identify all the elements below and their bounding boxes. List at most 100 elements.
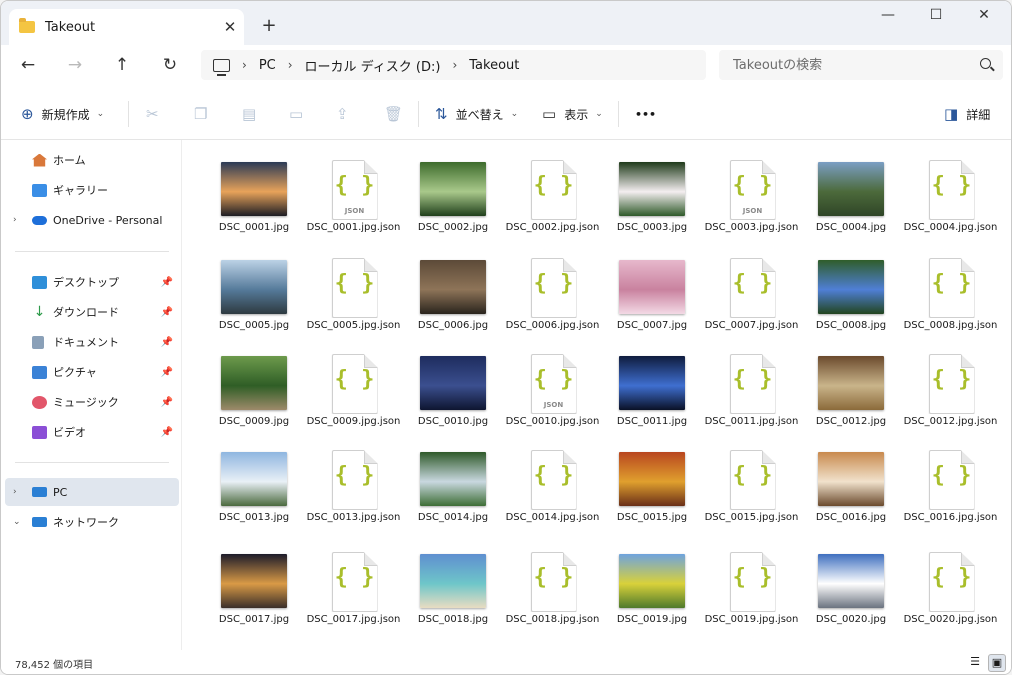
- minimize-button[interactable]: —: [865, 7, 911, 27]
- pin-icon[interactable]: 📌: [161, 277, 173, 288]
- braces-icon: { }: [533, 271, 574, 296]
- image-file-item[interactable]: DSC_0012.jpg: [803, 354, 899, 444]
- json-file-item[interactable]: { } DSC_0004.jpg.json: [903, 160, 999, 250]
- sidebar-item-gallery[interactable]: ギャラリー: [5, 176, 179, 204]
- file-name: DSC_0002.jpg.json: [505, 222, 600, 233]
- image-file-item[interactable]: DSC_0013.jpg: [206, 450, 302, 540]
- share-button[interactable]: ⇪: [336, 101, 357, 127]
- json-file-item[interactable]: { } DSC_0017.jpg.json: [306, 552, 402, 642]
- breadcrumb-pc[interactable]: PC: [259, 58, 276, 73]
- paste-button[interactable]: ▤: [242, 101, 264, 127]
- sidebar-item-desktop[interactable]: デスクトップ 📌: [5, 268, 179, 296]
- search-box[interactable]: [719, 50, 1003, 80]
- json-file-item[interactable]: { } JSON DSC_0001.jpg.json: [306, 160, 402, 250]
- page-fold: [562, 552, 577, 566]
- copy-button[interactable]: ❐: [194, 101, 215, 127]
- breadcrumb-drive[interactable]: ローカル ディスク (D:): [305, 56, 441, 75]
- image-file-item[interactable]: DSC_0015.jpg: [604, 450, 700, 540]
- cut-button[interactable]: ✂: [146, 101, 167, 127]
- details-view-icon[interactable]: ☰: [967, 654, 983, 670]
- image-file-item[interactable]: DSC_0007.jpg: [604, 258, 700, 348]
- json-file-item[interactable]: { } DSC_0005.jpg.json: [306, 258, 402, 348]
- image-file-item[interactable]: DSC_0004.jpg: [803, 160, 899, 250]
- up-arrow-icon[interactable]: ↑: [108, 52, 136, 78]
- chevron-down-icon: ⌄: [595, 109, 603, 119]
- delete-button[interactable]: 🗑: [384, 101, 411, 127]
- search-icon[interactable]: [980, 58, 991, 69]
- json-file-icon: { }: [729, 354, 776, 414]
- json-file-item[interactable]: { } DSC_0015.jpg.json: [704, 450, 800, 540]
- sidebar-item-downloads[interactable]: ↓ ダウンロード 📌: [5, 298, 179, 326]
- json-file-item[interactable]: { } DSC_0007.jpg.json: [704, 258, 800, 348]
- json-file-item[interactable]: { } DSC_0016.jpg.json: [903, 450, 999, 540]
- close-window-button[interactable]: ✕: [961, 7, 1007, 27]
- large-icons-view-icon[interactable]: ▣: [988, 654, 1006, 672]
- pin-icon[interactable]: 📌: [161, 397, 173, 408]
- image-file-item[interactable]: DSC_0003.jpg: [604, 160, 700, 250]
- sidebar-item-music[interactable]: ミュージック 📌: [5, 388, 179, 416]
- json-file-icon: { }: [729, 258, 776, 318]
- view-icon: ▭: [542, 105, 557, 123]
- address-bar[interactable]: › PC › ローカル ディスク (D:) › Takeout: [201, 50, 706, 80]
- file-name: DSC_0013.jpg: [218, 512, 290, 523]
- json-file-item[interactable]: { } DSC_0020.jpg.json: [903, 552, 999, 642]
- refresh-icon[interactable]: ↻: [156, 52, 184, 78]
- breadcrumb-takeout[interactable]: Takeout: [469, 58, 519, 73]
- image-file-item[interactable]: DSC_0006.jpg: [405, 258, 501, 348]
- json-file-item[interactable]: { } DSC_0009.jpg.json: [306, 354, 402, 444]
- json-file-item[interactable]: { } DSC_0006.jpg.json: [505, 258, 601, 348]
- forward-arrow-icon[interactable]: →: [61, 52, 89, 78]
- json-file-item[interactable]: { } JSON DSC_0010.jpg.json: [505, 354, 601, 444]
- more-options-button[interactable]: •••: [635, 101, 656, 127]
- json-file-item[interactable]: { } JSON DSC_0003.jpg.json: [704, 160, 800, 250]
- sidebar-item-pc[interactable]: › PC: [5, 478, 179, 506]
- json-file-item[interactable]: { } DSC_0018.jpg.json: [505, 552, 601, 642]
- image-file-item[interactable]: DSC_0005.jpg: [206, 258, 302, 348]
- sidebar-item-home[interactable]: ホーム: [5, 146, 179, 174]
- rename-button[interactable]: ▭: [289, 101, 311, 127]
- new-tab-button[interactable]: +: [257, 15, 281, 36]
- chevron-down-icon[interactable]: ⌄: [13, 517, 21, 527]
- view-button[interactable]: ▭ 表示 ⌄: [542, 101, 603, 127]
- sidebar-item-onedrive[interactable]: › OneDrive - Personal: [5, 206, 179, 234]
- back-arrow-icon[interactable]: ←: [14, 52, 42, 78]
- json-file-item[interactable]: { } DSC_0013.jpg.json: [306, 450, 402, 540]
- sort-button[interactable]: ⇅ 並べ替え ⌄: [435, 101, 518, 127]
- chevron-right-icon[interactable]: ›: [13, 487, 17, 497]
- search-input[interactable]: [731, 56, 970, 74]
- image-file-item[interactable]: DSC_0020.jpg: [803, 552, 899, 642]
- image-file-item[interactable]: DSC_0002.jpg: [405, 160, 501, 250]
- tab-takeout[interactable]: Takeout ✕: [9, 9, 244, 45]
- chevron-right-icon[interactable]: ›: [13, 215, 17, 225]
- new-button[interactable]: ⊕ 新規作成 ⌄: [21, 101, 104, 127]
- image-file-item[interactable]: DSC_0009.jpg: [206, 354, 302, 444]
- image-file-item[interactable]: DSC_0018.jpg: [405, 552, 501, 642]
- json-file-item[interactable]: { } DSC_0014.jpg.json: [505, 450, 601, 540]
- json-file-item[interactable]: { } DSC_0012.jpg.json: [903, 354, 999, 444]
- image-file-item[interactable]: DSC_0010.jpg: [405, 354, 501, 444]
- sidebar-item-network[interactable]: ⌄ ネットワーク: [5, 508, 179, 536]
- pin-icon[interactable]: 📌: [161, 367, 173, 378]
- details-pane-button[interactable]: ◨ 詳細: [944, 101, 990, 127]
- sidebar-item-videos[interactable]: ビデオ 📌: [5, 418, 179, 446]
- image-file-item[interactable]: DSC_0001.jpg: [206, 160, 302, 250]
- image-file-item[interactable]: DSC_0014.jpg: [405, 450, 501, 540]
- sidebar-item-documents[interactable]: ドキュメント 📌: [5, 328, 179, 356]
- image-file-item[interactable]: DSC_0019.jpg: [604, 552, 700, 642]
- json-file-item[interactable]: { } DSC_0008.jpg.json: [903, 258, 999, 348]
- close-tab-button[interactable]: ✕: [216, 18, 244, 36]
- sidebar-item-pictures[interactable]: ピクチャ 📌: [5, 358, 179, 386]
- json-file-item[interactable]: { } DSC_0011.jpg.json: [704, 354, 800, 444]
- image-thumbnail: [420, 260, 486, 314]
- image-file-item[interactable]: DSC_0011.jpg: [604, 354, 700, 444]
- image-file-item[interactable]: DSC_0017.jpg: [206, 552, 302, 642]
- maximize-button[interactable]: ☐: [913, 7, 959, 27]
- pin-icon[interactable]: 📌: [161, 307, 173, 318]
- page-fold: [960, 354, 975, 368]
- json-file-item[interactable]: { } DSC_0002.jpg.json: [505, 160, 601, 250]
- pin-icon[interactable]: 📌: [161, 427, 173, 438]
- pin-icon[interactable]: 📌: [161, 337, 173, 348]
- image-file-item[interactable]: DSC_0016.jpg: [803, 450, 899, 540]
- json-file-item[interactable]: { } DSC_0019.jpg.json: [704, 552, 800, 642]
- image-file-item[interactable]: DSC_0008.jpg: [803, 258, 899, 348]
